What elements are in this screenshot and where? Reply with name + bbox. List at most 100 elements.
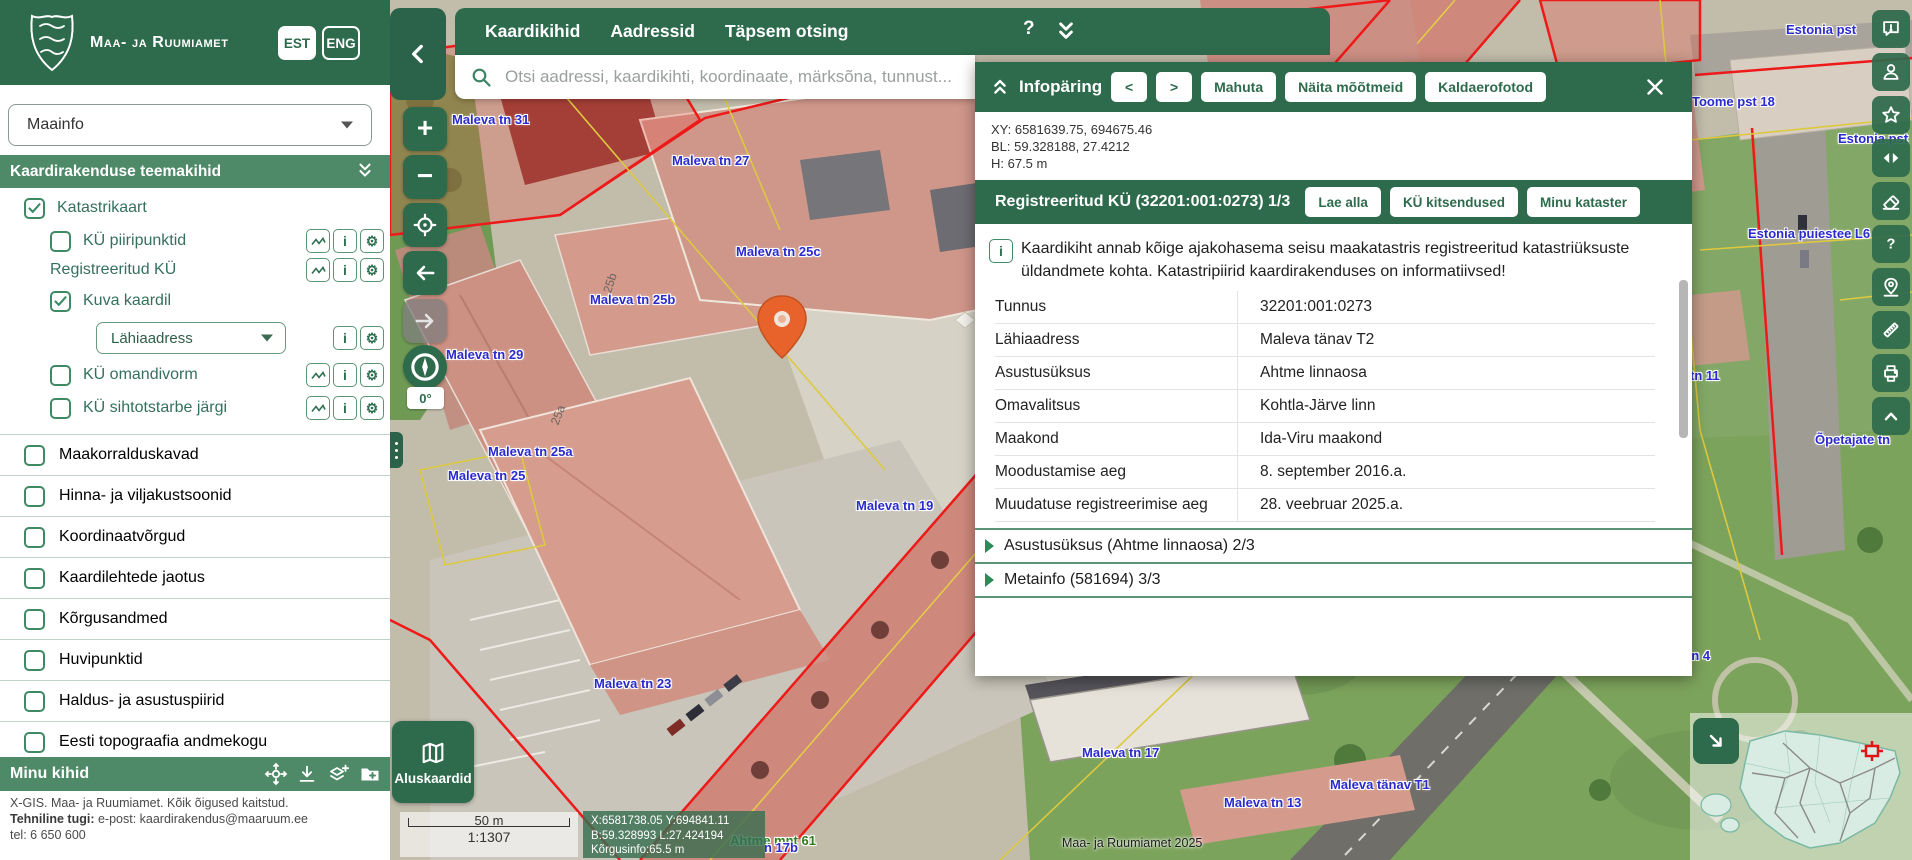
street-label: Maleva tn 27 (672, 153, 749, 168)
settings-icon-button[interactable]: ⚙ (360, 258, 384, 282)
restrictions-button[interactable]: KÜ kitsendused (1390, 187, 1518, 217)
compare-button[interactable] (1872, 139, 1910, 177)
checkbox-katastrikaart[interactable] (24, 198, 45, 219)
user-button[interactable] (1872, 53, 1910, 91)
zoom-in-button[interactable]: + (403, 107, 447, 151)
double-chevron-down-icon[interactable] (1053, 19, 1079, 45)
checkbox-omandivorm[interactable] (50, 365, 71, 386)
show-measurements-button[interactable]: Näita mõõtmeid (1285, 72, 1416, 102)
pan-target-icon[interactable] (264, 762, 288, 786)
panel-scrollbar[interactable] (1679, 280, 1688, 438)
settings-icon-button[interactable]: ⚙ (360, 396, 384, 420)
info-icon-button[interactable]: i (333, 396, 357, 420)
layer-label[interactable]: Maakorralduskavad (59, 446, 199, 464)
tab-kaardikihid[interactable]: Kaardikihid (485, 21, 580, 42)
table-row: MaakondIda-Viru maakond (995, 423, 1655, 456)
layer-label[interactable]: Huvipunktid (59, 651, 143, 669)
my-layers-bar[interactable]: Minu kihid (0, 757, 390, 791)
legend-icon-button[interactable] (306, 258, 330, 282)
mahuta-button[interactable]: Mahuta (1201, 72, 1276, 102)
checkbox-sihtotstarbe[interactable] (50, 398, 71, 419)
scale-distance: 50 m (400, 813, 578, 828)
region-select[interactable]: Maainfo (8, 104, 372, 146)
basemap-button[interactable]: Aluskaardid (392, 721, 474, 803)
zoom-out-button[interactable]: − (403, 155, 447, 199)
compass-button[interactable] (403, 345, 447, 389)
layer-label[interactable]: Katastrikaart (57, 199, 147, 217)
checkbox-layer[interactable] (24, 527, 45, 548)
favorites-button[interactable] (1872, 96, 1910, 134)
feedback-button[interactable] (1872, 10, 1910, 48)
accordion-asustusuksus[interactable]: Asustusüksus (Ahtme linnaosa) 2/3 (975, 528, 1692, 562)
info-icon-button[interactable]: i (333, 258, 357, 282)
double-chevron-up-icon[interactable] (989, 76, 1011, 98)
layer-label[interactable]: KÜ omandivorm (83, 366, 198, 384)
close-icon[interactable] (1643, 75, 1667, 99)
locate-button[interactable] (403, 203, 447, 247)
download-icon[interactable] (296, 763, 318, 785)
drag-handle[interactable] (390, 432, 403, 468)
overview-map[interactable] (1690, 713, 1912, 860)
add-layer-icon[interactable] (326, 762, 350, 786)
checkbox-layer[interactable] (24, 691, 45, 712)
layer-label[interactable]: KÜ piiripunktid (83, 232, 186, 250)
checkbox-layer[interactable] (24, 650, 45, 671)
rotation-degrees[interactable]: 0° (407, 387, 444, 409)
settings-icon-button[interactable]: ⚙ (360, 363, 384, 387)
forward-button[interactable] (403, 299, 447, 343)
collapse-toolbar-button[interactable] (1872, 397, 1910, 435)
settings-icon-button[interactable]: ⚙ (360, 326, 384, 350)
location-button[interactable] (1872, 268, 1910, 306)
tab-aadressid[interactable]: Aadressid (610, 21, 695, 42)
help-button[interactable]: ? (1023, 18, 1035, 40)
legend-icon-button[interactable] (306, 363, 330, 387)
search-input[interactable] (503, 66, 957, 88)
my-cadastre-button[interactable]: Minu kataster (1527, 187, 1640, 217)
layer-label[interactable]: Kaardilehtede jaotus (59, 569, 205, 587)
checkbox-piiripunktid[interactable] (50, 231, 71, 252)
checkbox-layer[interactable] (24, 568, 45, 589)
help-button[interactable]: ? (1872, 225, 1910, 263)
back-button[interactable] (403, 251, 447, 295)
overview-expand-button[interactable] (1693, 718, 1739, 764)
sidebar-collapse-button[interactable] (390, 8, 446, 100)
checkbox-kuva-kaardil[interactable] (50, 291, 71, 312)
coord-bl: BL: 59.328188, 27.4212 (991, 138, 1692, 155)
layer-label[interactable]: Kuva kaardil (83, 292, 171, 310)
info-icon-button[interactable]: i (333, 326, 357, 350)
legend-icon-button[interactable] (306, 396, 330, 420)
checkbox-layer[interactable] (24, 486, 45, 507)
print-button[interactable] (1872, 354, 1910, 392)
accordion-metainfo[interactable]: Metainfo (581694) 3/3 (975, 562, 1692, 596)
layer-label[interactable]: Haldus- ja asustuspiirid (59, 692, 224, 710)
prev-result-button[interactable]: < (1111, 72, 1147, 102)
checkbox-layer[interactable] (24, 445, 45, 466)
language-eng-button[interactable]: ENG (322, 26, 360, 60)
attr-value: Kohtla-Järve linn (1238, 390, 1656, 423)
theme-layers-header[interactable]: Kaardirakenduse teemakihid (0, 155, 390, 188)
layer-label[interactable]: KÜ sihtotstarbe järgi (83, 399, 227, 417)
layer-label[interactable]: Hinna- ja viljakustsoonid (59, 487, 232, 505)
add-folder-icon[interactable] (358, 762, 382, 786)
layer-label[interactable]: Kõrgusandmed (59, 610, 168, 628)
feedback-icon (1880, 18, 1902, 40)
info-icon-button[interactable]: i (333, 363, 357, 387)
eraser-button[interactable] (1872, 182, 1910, 220)
cursor-xy: X:6581738.05 Y:694841.11 (591, 814, 765, 829)
checkbox-layer[interactable] (24, 732, 45, 753)
language-est-button[interactable]: EST (278, 26, 316, 60)
oblique-photos-button[interactable]: Kaldaerofotod (1425, 72, 1546, 102)
next-result-button[interactable]: > (1156, 72, 1192, 102)
info-icon-button[interactable]: i (333, 229, 357, 253)
layer-label[interactable]: Registreeritud KÜ (50, 261, 176, 279)
address-display-select[interactable]: Lähiaadress (96, 322, 286, 354)
map-attribution: Maa- ja Ruumiamet 2025 (1062, 836, 1202, 850)
layer-label[interactable]: Koordinaatvõrgud (59, 528, 185, 546)
layer-label[interactable]: Eesti topograafia andmekogu (59, 733, 267, 751)
measure-button[interactable] (1872, 311, 1910, 349)
settings-icon-button[interactable]: ⚙ (360, 229, 384, 253)
legend-icon-button[interactable] (306, 229, 330, 253)
tab-tapsem-otsing[interactable]: Täpsem otsing (725, 21, 849, 42)
checkbox-layer[interactable] (24, 609, 45, 630)
download-button[interactable]: Lae alla (1305, 187, 1381, 217)
